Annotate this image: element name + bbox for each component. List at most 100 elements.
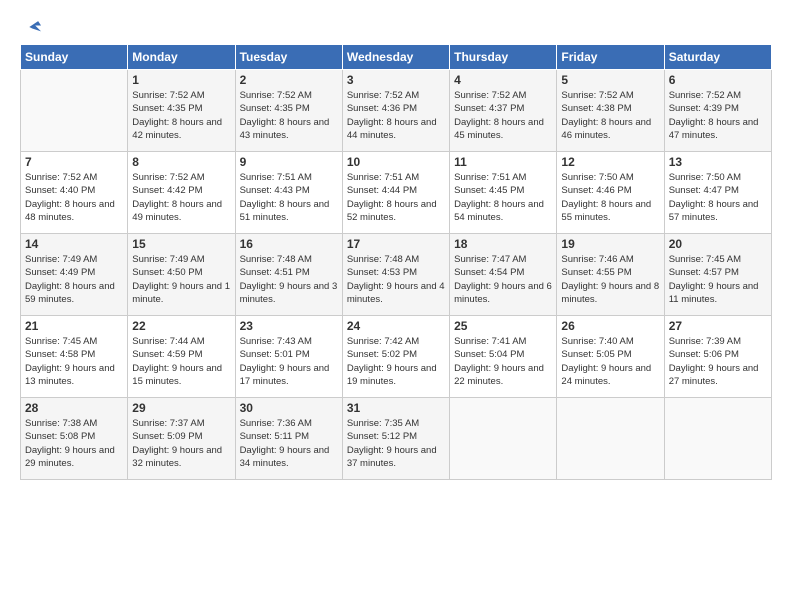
calendar-cell: 28 Sunrise: 7:38 AMSunset: 5:08 PMDayligh… [21,398,128,480]
day-number: 14 [25,237,123,251]
day-info: Sunrise: 7:52 AMSunset: 4:36 PMDaylight:… [347,89,445,142]
calendar-cell: 18Sunrise: 7:47 AMSunset: 4:54 PMDayligh… [450,234,557,316]
calendar-cell: 31 Sunrise: 7:35 AMSunset: 5:12 PMDayligh… [342,398,449,480]
calendar-cell [557,398,664,480]
day-number: 8 [132,155,230,169]
day-info: Sunrise: 7:49 AMSunset: 4:49 PMDaylight:… [25,253,123,306]
day-number: 19 [561,237,659,251]
page: SundayMondayTuesdayWednesdayThursdayFrid… [0,0,792,612]
day-info: Sunrise: 7:51 AMSunset: 4:44 PMDaylight:… [347,171,445,224]
day-info: Sunrise: 7:41 AMSunset: 5:04 PMDaylight:… [454,335,552,388]
logo [20,16,44,34]
day-info: Sunrise: 7:39 AMSunset: 5:06 PMDaylight:… [669,335,767,388]
calendar-cell: 2 Sunrise: 7:52 AMSunset: 4:35 PMDaylight… [235,70,342,152]
day-number: 2 [240,73,338,87]
calendar-week-row: 21 Sunrise: 7:45 AMSunset: 4:58 PMDayligh… [21,316,772,398]
calendar-cell: 15Sunrise: 7:49 AMSunset: 4:50 PMDayligh… [128,234,235,316]
calendar-cell: 22 Sunrise: 7:44 AMSunset: 4:59 PMDayligh… [128,316,235,398]
calendar-cell: 27Sunrise: 7:39 AMSunset: 5:06 PMDayligh… [664,316,771,398]
calendar-cell: 13 Sunrise: 7:50 AMSunset: 4:47 PMDayligh… [664,152,771,234]
day-info: Sunrise: 7:52 AMSunset: 4:37 PMDaylight:… [454,89,552,142]
day-number: 16 [240,237,338,251]
day-number: 22 [132,319,230,333]
day-number: 3 [347,73,445,87]
day-number: 10 [347,155,445,169]
day-number: 4 [454,73,552,87]
day-info: Sunrise: 7:45 AMSunset: 4:57 PMDaylight:… [669,253,767,306]
weekday-header-row: SundayMondayTuesdayWednesdayThursdayFrid… [21,45,772,70]
day-number: 25 [454,319,552,333]
day-number: 9 [240,155,338,169]
calendar-cell: 12 Sunrise: 7:50 AMSunset: 4:46 PMDayligh… [557,152,664,234]
day-number: 17 [347,237,445,251]
calendar-cell: 25 Sunrise: 7:41 AMSunset: 5:04 PMDayligh… [450,316,557,398]
day-number: 31 [347,401,445,415]
calendar-cell: 4 Sunrise: 7:52 AMSunset: 4:37 PMDaylight… [450,70,557,152]
weekday-header-wednesday: Wednesday [342,45,449,70]
day-info: Sunrise: 7:46 AMSunset: 4:55 PMDaylight:… [561,253,659,306]
day-info: Sunrise: 7:40 AMSunset: 5:05 PMDaylight:… [561,335,659,388]
calendar-cell: 21 Sunrise: 7:45 AMSunset: 4:58 PMDayligh… [21,316,128,398]
day-info: Sunrise: 7:52 AMSunset: 4:42 PMDaylight:… [132,171,230,224]
calendar-cell: 6 Sunrise: 7:52 AMSunset: 4:39 PMDaylight… [664,70,771,152]
day-info: Sunrise: 7:52 AMSunset: 4:39 PMDaylight:… [669,89,767,142]
day-info: Sunrise: 7:44 AMSunset: 4:59 PMDaylight:… [132,335,230,388]
day-info: Sunrise: 7:50 AMSunset: 4:46 PMDaylight:… [561,171,659,224]
calendar-cell: 9 Sunrise: 7:51 AMSunset: 4:43 PMDaylight… [235,152,342,234]
calendar-cell [664,398,771,480]
calendar-cell: 14 Sunrise: 7:49 AMSunset: 4:49 PMDayligh… [21,234,128,316]
calendar-cell: 26 Sunrise: 7:40 AMSunset: 5:05 PMDayligh… [557,316,664,398]
calendar-cell [21,70,128,152]
calendar-cell: 10 Sunrise: 7:51 AMSunset: 4:44 PMDayligh… [342,152,449,234]
day-number: 5 [561,73,659,87]
day-info: Sunrise: 7:51 AMSunset: 4:43 PMDaylight:… [240,171,338,224]
day-info: Sunrise: 7:37 AMSunset: 5:09 PMDaylight:… [132,417,230,470]
calendar-cell: 7Sunrise: 7:52 AMSunset: 4:40 PMDaylight… [21,152,128,234]
day-number: 28 [25,401,123,415]
weekday-header-friday: Friday [557,45,664,70]
calendar-cell: 3 Sunrise: 7:52 AMSunset: 4:36 PMDaylight… [342,70,449,152]
day-info: Sunrise: 7:38 AMSunset: 5:08 PMDaylight:… [25,417,123,470]
calendar-table: SundayMondayTuesdayWednesdayThursdayFrid… [20,44,772,480]
logo-bird-icon [22,16,44,38]
day-number: 21 [25,319,123,333]
calendar-cell: 19 Sunrise: 7:46 AMSunset: 4:55 PMDayligh… [557,234,664,316]
day-number: 26 [561,319,659,333]
day-number: 13 [669,155,767,169]
day-number: 6 [669,73,767,87]
calendar-cell: 11 Sunrise: 7:51 AMSunset: 4:45 PMDayligh… [450,152,557,234]
day-number: 1 [132,73,230,87]
day-info: Sunrise: 7:45 AMSunset: 4:58 PMDaylight:… [25,335,123,388]
weekday-header-monday: Monday [128,45,235,70]
calendar-cell: 29Sunrise: 7:37 AMSunset: 5:09 PMDayligh… [128,398,235,480]
day-info: Sunrise: 7:42 AMSunset: 5:02 PMDaylight:… [347,335,445,388]
day-number: 23 [240,319,338,333]
day-info: Sunrise: 7:48 AMSunset: 4:53 PMDaylight:… [347,253,445,306]
day-info: Sunrise: 7:51 AMSunset: 4:45 PMDaylight:… [454,171,552,224]
calendar-cell: 1 Sunrise: 7:52 AMSunset: 4:35 PMDaylight… [128,70,235,152]
day-info: Sunrise: 7:52 AMSunset: 4:35 PMDaylight:… [240,89,338,142]
calendar-cell: 16Sunrise: 7:48 AMSunset: 4:51 PMDayligh… [235,234,342,316]
day-info: Sunrise: 7:36 AMSunset: 5:11 PMDaylight:… [240,417,338,470]
day-number: 20 [669,237,767,251]
day-number: 7 [25,155,123,169]
calendar-cell: 20 Sunrise: 7:45 AMSunset: 4:57 PMDayligh… [664,234,771,316]
day-info: Sunrise: 7:43 AMSunset: 5:01 PMDaylight:… [240,335,338,388]
calendar-week-row: 7Sunrise: 7:52 AMSunset: 4:40 PMDaylight… [21,152,772,234]
day-number: 15 [132,237,230,251]
day-number: 18 [454,237,552,251]
weekday-header-thursday: Thursday [450,45,557,70]
calendar-week-row: 1 Sunrise: 7:52 AMSunset: 4:35 PMDaylight… [21,70,772,152]
weekday-header-sunday: Sunday [21,45,128,70]
day-number: 30 [240,401,338,415]
day-info: Sunrise: 7:52 AMSunset: 4:35 PMDaylight:… [132,89,230,142]
header [20,16,772,34]
day-info: Sunrise: 7:52 AMSunset: 4:38 PMDaylight:… [561,89,659,142]
day-number: 12 [561,155,659,169]
day-info: Sunrise: 7:50 AMSunset: 4:47 PMDaylight:… [669,171,767,224]
calendar-cell: 30 Sunrise: 7:36 AMSunset: 5:11 PMDayligh… [235,398,342,480]
calendar-cell: 8 Sunrise: 7:52 AMSunset: 4:42 PMDaylight… [128,152,235,234]
calendar-cell [450,398,557,480]
day-info: Sunrise: 7:35 AMSunset: 5:12 PMDaylight:… [347,417,445,470]
day-number: 11 [454,155,552,169]
